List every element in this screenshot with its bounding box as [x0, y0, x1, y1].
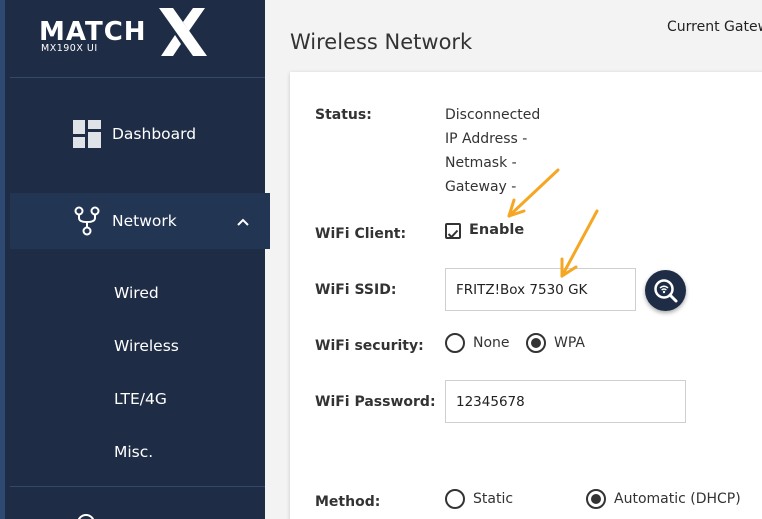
sidebar-item-label: Dashboard — [112, 125, 197, 143]
status-netmask: Netmask - — [445, 155, 517, 171]
sidebar-subitem-misc[interactable]: Misc. — [114, 443, 153, 461]
status-gateway: Gateway - — [445, 179, 517, 195]
wifi-search-icon — [653, 278, 677, 302]
logo-model: MX190X UI — [41, 43, 98, 54]
method-dhcp-radio[interactable] — [586, 489, 606, 509]
password-input[interactable] — [445, 380, 686, 423]
check-icon — [447, 229, 459, 239]
enable-checkbox[interactable] — [445, 223, 461, 239]
security-wpa-label[interactable]: WPA — [554, 335, 585, 351]
dashboard-icon — [72, 119, 102, 149]
logo-x-mark — [155, 6, 213, 58]
sidebar-subitem-wireless[interactable]: Wireless — [114, 337, 179, 355]
wifi-client-label: WiFi Client: — [315, 226, 407, 242]
wifi-security-label: WiFi security: — [315, 338, 424, 354]
status-ip: IP Address - — [445, 131, 528, 147]
ssid-input[interactable] — [445, 268, 636, 311]
chevron-up-icon[interactable] — [236, 213, 250, 231]
wifi-password-label: WiFi Password: — [315, 394, 436, 410]
wifi-scan-button[interactable] — [645, 270, 686, 311]
current-gateway-label: Current Gateway — [667, 19, 762, 35]
method-static-label[interactable]: Static — [473, 491, 513, 507]
security-none-radio[interactable] — [445, 333, 465, 353]
sidebar-subitem-lte[interactable]: LTE/4G — [114, 390, 167, 408]
security-none-label[interactable]: None — [473, 335, 510, 351]
sidebar-divider — [10, 486, 265, 487]
status-state: Disconnected — [445, 107, 541, 123]
sidebar-divider — [10, 77, 265, 78]
method-label: Method: — [315, 494, 381, 510]
method-static-radio[interactable] — [445, 489, 465, 509]
network-icon — [72, 206, 102, 236]
status-label: Status: — [315, 107, 372, 123]
sidebar: MATCH X MX190X UI Dashboard Network Wire… — [0, 0, 270, 519]
page-title: Wireless Network — [290, 30, 473, 54]
sidebar-item-network[interactable]: Network — [10, 193, 270, 249]
sidebar-item-label: Network — [112, 212, 177, 230]
security-wpa-radio[interactable] — [526, 333, 546, 353]
enable-label[interactable]: Enable — [469, 222, 524, 238]
method-dhcp-label[interactable]: Automatic (DHCP) — [614, 491, 741, 507]
partial-icon — [77, 514, 95, 519]
sidebar-item-dashboard[interactable]: Dashboard — [10, 112, 265, 156]
sidebar-subitem-wired[interactable]: Wired — [114, 284, 159, 302]
wifi-ssid-label: WiFi SSID: — [315, 282, 397, 298]
